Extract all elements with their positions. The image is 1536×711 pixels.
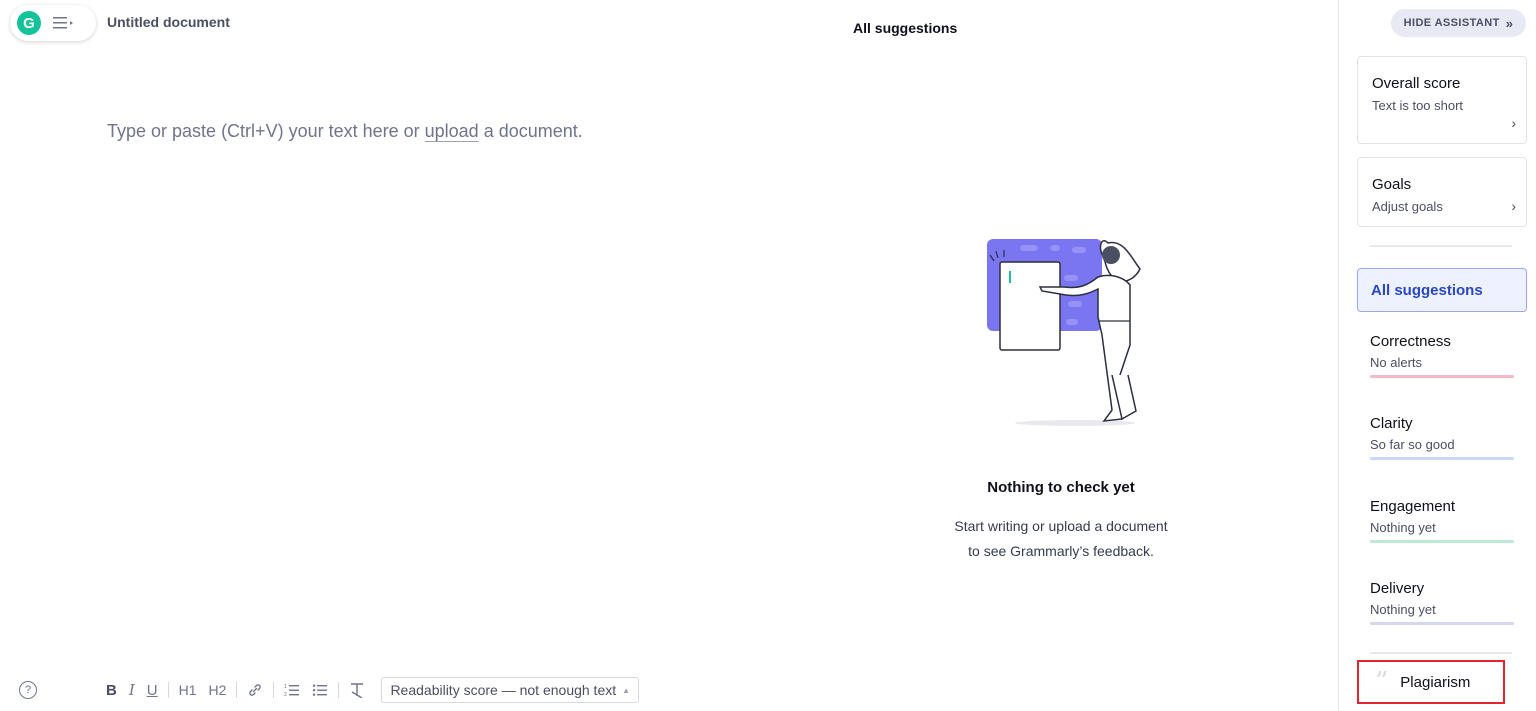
sidebar-divider [1370,652,1512,654]
document-title[interactable]: Untitled document [107,14,230,30]
question-circle-icon[interactable]: ? [19,681,37,699]
plagiarism-label: Plagiarism [1400,673,1471,691]
category-correctness[interactable]: Correctness No alerts [1357,333,1527,393]
svg-text:1: 1 [284,684,287,690]
double-chevron-right-icon: » [1505,15,1514,31]
underline-button[interactable]: U [141,682,164,699]
clear-format-icon[interactable] [343,682,371,698]
bullet-list-icon[interactable] [306,682,334,698]
overall-score-subtitle: Text is too short [1372,98,1464,113]
empty-state-line-2: to see Grammarly’s feedback. [968,543,1154,559]
category-delivery[interactable]: Delivery Nothing yet [1357,580,1527,640]
category-bar [1370,457,1514,460]
link-icon[interactable] [241,682,269,698]
upload-link[interactable]: upload [425,121,479,141]
italic-button[interactable]: I [123,681,141,699]
category-bar [1370,375,1514,378]
empty-state-illustration [980,225,1160,430]
category-clarity[interactable]: Clarity So far so good [1357,415,1527,475]
placeholder-text: Type or paste (Ctrl+V) your text here or [107,121,425,141]
grammarly-logo-icon[interactable]: G [17,11,41,35]
bold-button[interactable]: B [100,682,123,699]
svg-text:2: 2 [284,692,287,698]
goals-card[interactable]: Goals Adjust goals › [1357,157,1527,227]
panel-title: All suggestions [853,20,958,36]
heading-2-button[interactable]: H2 [203,682,233,698]
plagiarism-button[interactable]: ” Plagiarism [1357,660,1505,704]
goals-subtitle: Adjust goals [1372,199,1443,214]
editor-placeholder[interactable]: Type or paste (Ctrl+V) your text here or… [107,121,583,142]
category-title: Clarity [1370,415,1413,432]
hide-assistant-label: HIDE ASSISTANT [1403,17,1500,29]
caret-up-icon: ▲ [622,685,631,695]
category-subtitle: Nothing yet [1370,520,1436,535]
category-subtitle: So far so good [1370,437,1455,452]
chevron-right-icon: › [1511,198,1516,214]
category-subtitle: Nothing yet [1370,602,1436,617]
placeholder-text-end: a document. [478,121,583,141]
all-suggestions-tab[interactable]: All suggestions [1357,268,1527,312]
chevron-right-icon: › [1511,115,1516,131]
empty-state-title: Nothing to check yet [987,479,1135,496]
category-bar [1370,540,1514,543]
hide-assistant-button[interactable]: HIDE ASSISTANT » [1391,9,1526,37]
category-subtitle: No alerts [1370,355,1423,370]
logo-menu-pill[interactable]: G [10,5,96,41]
ordered-list-icon[interactable]: 12 [278,682,306,698]
category-engagement[interactable]: Engagement Nothing yet [1357,498,1527,558]
toolbar-divider [338,682,340,698]
readability-score-button[interactable]: Readability score — not enough text ▲ [381,677,640,703]
sidebar-divider [1370,245,1512,247]
empty-state-description: Start writing or upload a document to se… [920,514,1202,564]
category-title: Engagement [1370,498,1456,515]
overall-score-title: Overall score [1372,75,1461,92]
overall-score-card[interactable]: Overall score Text is too short › [1357,56,1527,144]
toolbar-divider [236,682,238,698]
empty-state-line-1: Start writing or upload a document [954,518,1168,534]
readability-label: Readability score — not enough text [390,682,617,698]
toolbar-divider [167,682,169,698]
hamburger-menu-icon[interactable] [53,15,75,31]
heading-1-button[interactable]: H1 [173,682,203,698]
goals-title: Goals [1372,176,1412,193]
category-bar [1370,622,1514,625]
assistant-sidebar: HIDE ASSISTANT » Overall score Text is t… [1338,0,1536,711]
quote-icon: ” [1375,667,1389,697]
toolbar-divider [273,682,275,698]
category-title: Delivery [1370,580,1425,597]
category-title: Correctness [1370,333,1451,350]
format-toolbar: B I U H1 H2 12 Readability score — not e… [100,677,640,703]
